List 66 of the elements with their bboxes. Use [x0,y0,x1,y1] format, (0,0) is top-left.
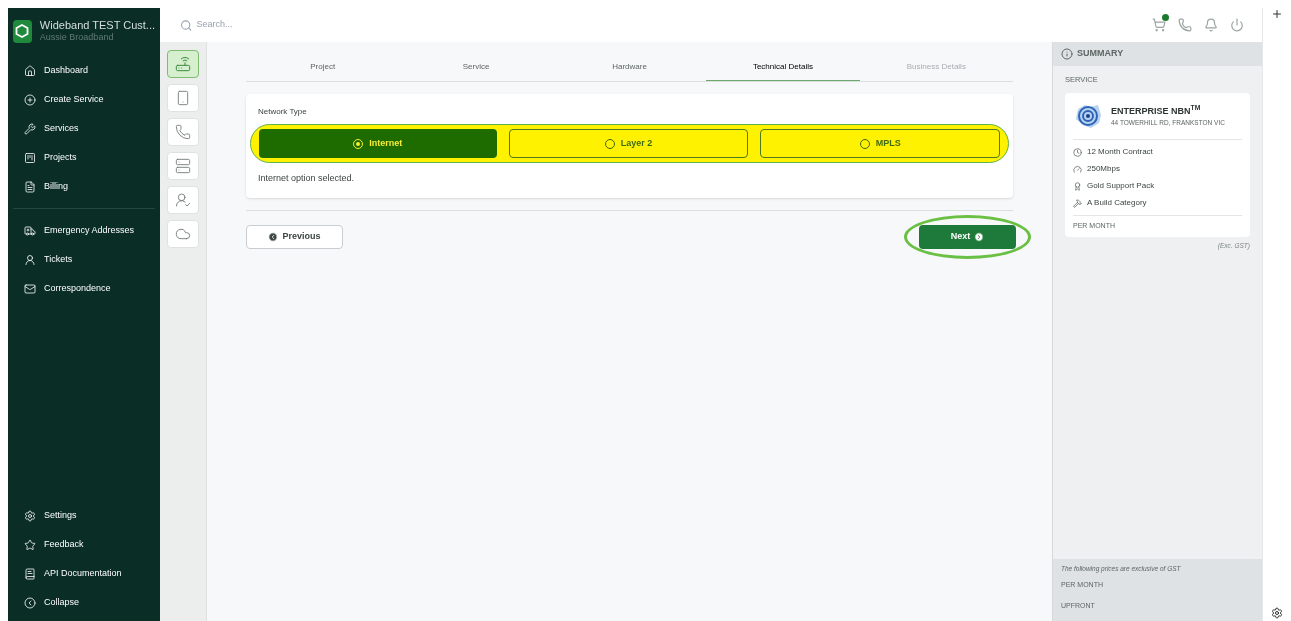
cart-icon [1152,18,1166,32]
selection-message: Internet option selected. [258,172,356,185]
service-type-button[interactable] [167,50,199,78]
person-icon [24,253,36,266]
bell-icon[interactable] [1204,18,1218,32]
network-option[interactable]: Layer 2 [508,129,749,158]
logo-icon [13,19,32,43]
step-tab[interactable]: Service [399,54,553,81]
build-icon [1073,198,1082,208]
chevron-left-circle-icon [24,596,36,609]
nav-item[interactable]: Billing [8,172,160,201]
nav-item[interactable]: Emergency Addresses [8,216,160,245]
product-name: ENTERPRISE NBN$^{TM}$ [1111,104,1202,118]
next-button[interactable]: Next [919,224,1016,249]
phone-icon [175,124,191,140]
nav-item[interactable]: Dashboard [8,56,160,85]
add-icon[interactable] [1271,8,1283,20]
phone-icon[interactable] [1178,18,1192,32]
book-icon [24,567,36,580]
settings-icon[interactable] [1271,607,1283,619]
network-option[interactable]: Internet [259,129,497,158]
star-icon [24,538,36,551]
settings-icon [24,509,36,522]
nav-item[interactable]: Tickets [8,245,160,274]
cloud-icon [175,226,191,242]
info-icon [1061,48,1073,60]
feature-text: 12 Month Contract [1087,146,1153,159]
user-shield-icon [175,192,191,208]
previous-button[interactable]: Previous [246,224,343,249]
feature-text: A Build Category [1087,197,1147,210]
clock-icon [1073,147,1082,157]
nav-item[interactable]: Settings [8,501,160,530]
gauge-icon [1073,164,1082,174]
account-provider: Aussie Broadband [39,32,115,44]
step-tab[interactable]: Project [246,54,400,81]
account-name: Wideband TEST Cust... [39,18,155,33]
chevron-right-icon [974,231,985,242]
search-field[interactable]: Search... [196,18,524,32]
chevron-left-icon [268,231,279,242]
network-type-label: Network Type [258,106,308,118]
document-icon [24,180,36,193]
ambulance-icon [24,224,36,237]
phone-device-icon [175,90,191,106]
plus-circle-icon [24,93,36,106]
nav-item[interactable]: Correspondence [8,274,160,303]
wrench-icon [24,122,36,135]
network-option[interactable]: MPLS [760,129,1000,158]
nav-item[interactable]: Collapse [8,588,160,617]
router-icon [175,56,191,72]
nav-item[interactable]: Feedback [8,530,160,559]
power-icon[interactable] [1230,18,1244,32]
step-tab[interactable]: Technical Details [706,54,860,81]
nav-item[interactable]: API Documentation [8,559,160,588]
home-icon [24,64,36,77]
award-icon [1073,181,1082,191]
summary-title: SUMMARY [1077,47,1124,61]
server-icon [175,158,191,174]
nav-item[interactable]: Projects [8,143,160,172]
mail-icon [24,282,36,295]
search-icon [180,18,193,32]
feature-text: Gold Support Pack [1087,180,1155,193]
step-tab[interactable]: Hardware [552,54,707,81]
nav-item[interactable]: Create Service [8,85,160,114]
feature-text: 250Mbps [1087,163,1120,176]
nav-item[interactable]: Services [8,114,160,143]
list-icon [24,151,36,164]
